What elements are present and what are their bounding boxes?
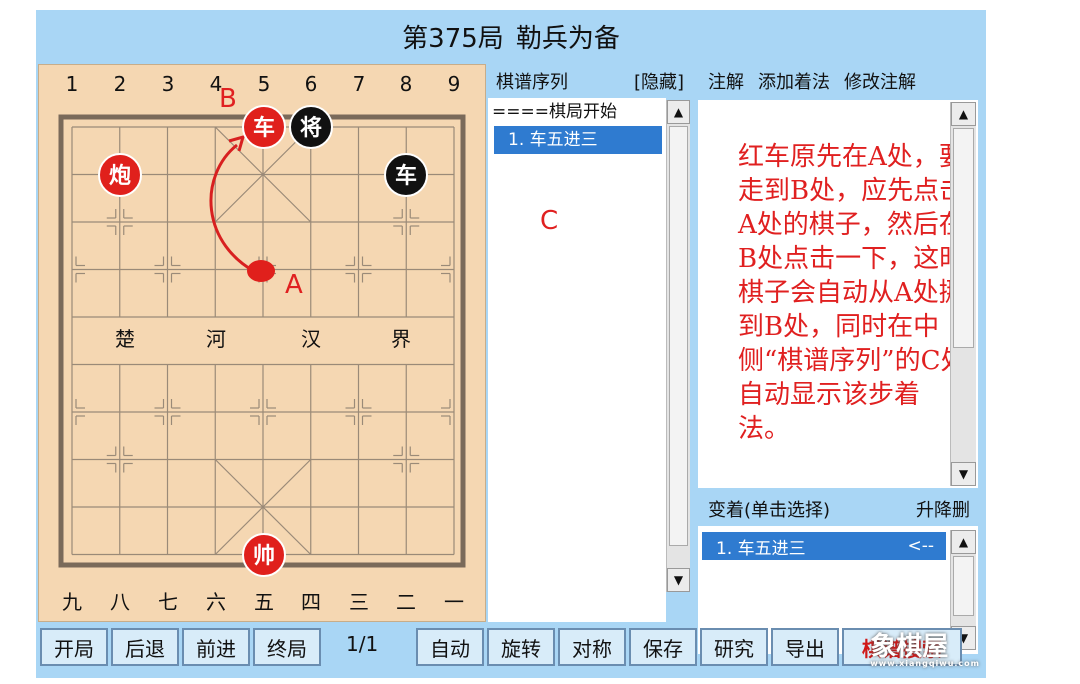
river-char: 楚 xyxy=(115,327,135,351)
start-button[interactable]: 开局 xyxy=(40,628,108,666)
col-number: 七 xyxy=(158,590,178,614)
col-number: 7 xyxy=(353,72,366,96)
river: 楚 河 汉 界 xyxy=(115,327,411,351)
col-number: 一 xyxy=(444,590,464,614)
scroll-thumb[interactable] xyxy=(953,556,974,616)
piece-black-general[interactable]: 将 xyxy=(289,105,333,149)
svg-text:车: 车 xyxy=(253,115,275,141)
origin-marker[interactable] xyxy=(247,260,275,282)
moves-header: 棋谱序列 [隐藏] xyxy=(488,64,692,98)
page-count: 1/1 xyxy=(346,632,379,656)
forward-button[interactable]: 前进 xyxy=(182,628,250,666)
xiangqi-board[interactable]: 1 2 3 4 5 6 7 8 9 九 八 七 六 五 四 三 二 一 楚 河 xyxy=(39,65,487,623)
col-number: 3 xyxy=(162,72,175,96)
col-number: 1 xyxy=(66,72,79,96)
mirror-button[interactable]: 对称 xyxy=(558,628,626,666)
annotation-c: C xyxy=(540,206,559,236)
piece-red-king[interactable]: 帅 xyxy=(242,533,286,577)
game-name: 勒兵为备 xyxy=(515,23,620,54)
svg-text:将: 将 xyxy=(300,115,322,141)
col-number: 六 xyxy=(206,590,226,614)
study-button[interactable]: 研究 xyxy=(700,628,768,666)
watermark-sub: www.xiangqiwu.com xyxy=(870,659,980,668)
tab-add-move[interactable]: 添加着法 xyxy=(758,68,830,94)
col-number: 四 xyxy=(301,590,321,614)
notes-scrollbar[interactable]: ▲ ▼ xyxy=(950,102,976,486)
river-char: 界 xyxy=(391,327,411,351)
tab-notes[interactable]: 注解 xyxy=(708,68,744,94)
note-textarea[interactable]: 红车原先在A处，要走到B处，应先点击A处的棋子，然后在B处点击一下，这时棋子会自… xyxy=(698,100,978,488)
moves-scrollbar[interactable]: ▲ ▼ xyxy=(666,100,690,592)
bottom-column-numbers: 九 八 七 六 五 四 三 二 一 xyxy=(62,590,464,614)
svg-text:车: 车 xyxy=(395,163,417,189)
auto-button[interactable]: 自动 xyxy=(416,628,484,666)
moves-panel: 棋谱序列 [隐藏] ====棋局开始 1. 车五进三 C ▲ ▼ xyxy=(488,64,692,622)
tab-edit-note[interactable]: 修改注解 xyxy=(844,68,916,94)
svg-text:帅: 帅 xyxy=(253,544,275,569)
title-bar: 第375局 勒兵为备 xyxy=(36,10,986,62)
river-char: 汉 xyxy=(301,327,321,351)
variations-header: 变着(单击选择) 升降删 xyxy=(698,494,980,524)
back-button[interactable]: 后退 xyxy=(111,628,179,666)
piece-red-chariot[interactable]: 车 xyxy=(242,105,286,149)
game-number: 第375局 xyxy=(402,23,504,54)
save-button[interactable]: 保存 xyxy=(629,628,697,666)
move-item[interactable]: ====棋局开始 xyxy=(488,98,666,126)
variation-move: 1. 车五进三 xyxy=(716,538,806,559)
piece-red-cannon[interactable]: 炮 xyxy=(98,153,142,197)
end-button[interactable]: 终局 xyxy=(253,628,321,666)
variations-action[interactable]: 升降删 xyxy=(916,496,970,522)
svg-text:炮: 炮 xyxy=(109,163,131,189)
board-panel[interactable]: 1 2 3 4 5 6 7 8 9 九 八 七 六 五 四 三 二 一 楚 河 xyxy=(38,64,486,622)
col-number: 8 xyxy=(400,72,413,96)
scroll-up-button[interactable]: ▲ xyxy=(667,100,690,124)
variation-item[interactable]: 1. 车五进三 <-- xyxy=(702,532,946,560)
col-number: 2 xyxy=(114,72,127,96)
move-item-selected[interactable]: 1. 车五进三 xyxy=(494,126,662,154)
scroll-down-button[interactable]: ▼ xyxy=(667,568,690,592)
note-text: 红车原先在A处，要走到B处，应先点击A处的棋子，然后在B处点击一下，这时棋子会自… xyxy=(738,142,967,444)
variation-arrow: <-- xyxy=(907,536,934,556)
col-number: 九 xyxy=(62,590,82,614)
watermark: 象棋屋 www.xiangqiwu.com xyxy=(870,626,980,668)
annotation-b: B xyxy=(219,84,237,114)
moves-title: 棋谱序列 xyxy=(496,72,568,93)
notes-panel: 注解 添加着法 修改注解 红车原先在A处，要走到B处，应先点击A处的棋子，然后在… xyxy=(698,64,980,654)
watermark-main: 象棋屋 xyxy=(870,632,949,662)
notes-tabs: 注解 添加着法 修改注解 xyxy=(698,64,916,98)
scroll-up-button[interactable]: ▲ xyxy=(951,102,976,126)
col-number: 5 xyxy=(258,72,271,96)
col-number: 9 xyxy=(448,72,461,96)
col-number: 三 xyxy=(349,590,369,614)
piece-black-chariot[interactable]: 车 xyxy=(384,153,428,197)
top-column-numbers: 1 2 3 4 5 6 7 8 9 xyxy=(66,72,461,96)
col-number: 五 xyxy=(254,590,274,614)
col-number: 二 xyxy=(396,590,416,614)
variations-title: 变着(单击选择) xyxy=(708,500,831,521)
scroll-down-button[interactable]: ▼ xyxy=(951,462,976,486)
toolbar: 开局 后退 前进 终局 1/1 自动 旋转 对称 保存 研究 导出 棋谱搜索 象… xyxy=(36,624,986,670)
export-button[interactable]: 导出 xyxy=(771,628,839,666)
col-number: 6 xyxy=(305,72,318,96)
scroll-thumb[interactable] xyxy=(953,128,974,348)
hide-button[interactable]: [隐藏] xyxy=(634,68,684,94)
annotation-a: A xyxy=(285,270,303,300)
moves-list[interactable]: ====棋局开始 1. 车五进三 C xyxy=(488,98,666,622)
scroll-thumb[interactable] xyxy=(669,126,688,546)
rotate-button[interactable]: 旋转 xyxy=(487,628,555,666)
col-number: 八 xyxy=(110,590,130,614)
scroll-up-button[interactable]: ▲ xyxy=(951,530,976,554)
river-char: 河 xyxy=(206,327,226,351)
